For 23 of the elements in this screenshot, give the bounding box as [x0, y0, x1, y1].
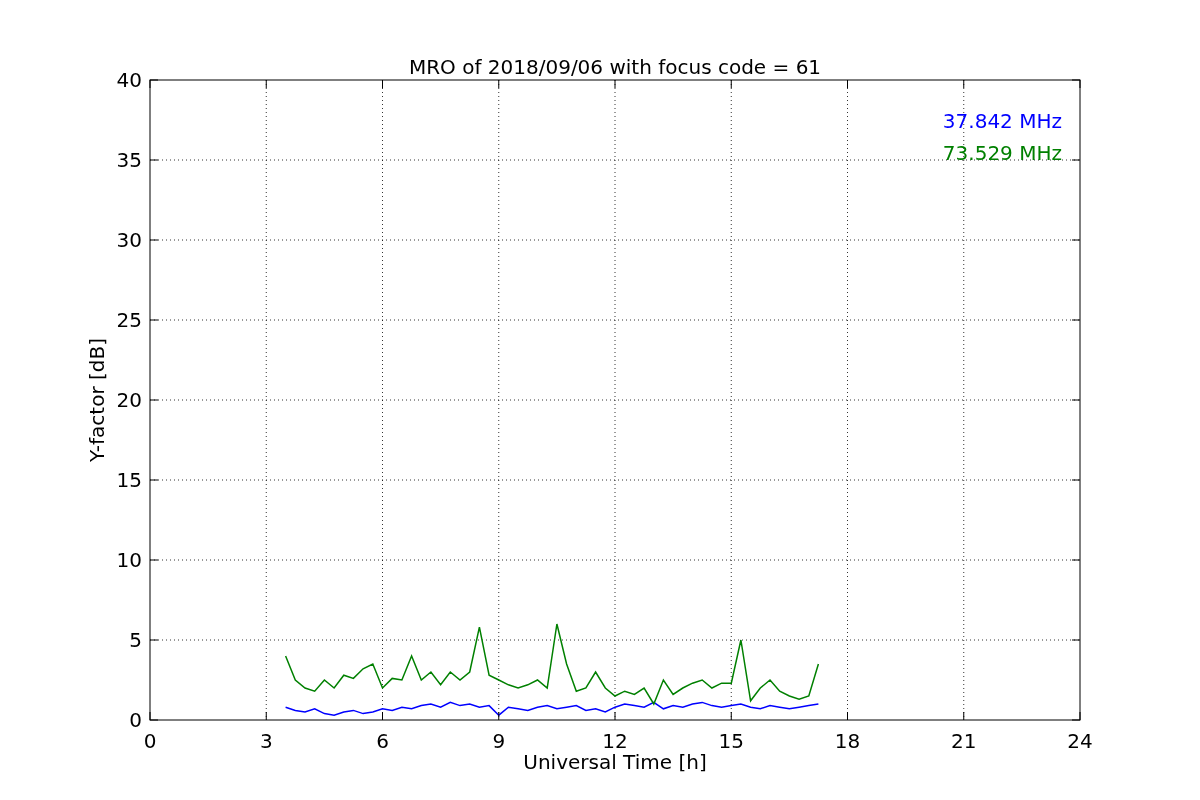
x-tick-label: 9: [492, 729, 506, 753]
x-tick-label: 15: [718, 729, 744, 753]
y-tick-label: 25: [116, 308, 142, 332]
x-tick-label: 0: [143, 729, 157, 753]
y-axis-label: Y-factor [dB]: [85, 338, 109, 462]
x-tick-label: 18: [834, 729, 861, 753]
legend-label: 37.842 MHz: [942, 109, 1062, 133]
y-tick-label: 5: [129, 628, 142, 652]
legend-label: 73.529 MHz: [942, 141, 1062, 165]
y-tick-label: 35: [116, 148, 142, 172]
chart-title: MRO of 2018/09/06 with focus code = 61: [408, 55, 822, 79]
x-axis-label: Universal Time [h]: [523, 750, 707, 774]
x-tick-label: 21: [951, 729, 977, 753]
y-tick-label: 0: [129, 708, 142, 732]
x-tick-label: 24: [1067, 729, 1093, 753]
y-tick-label: 30: [116, 228, 142, 252]
y-tick-label: 20: [116, 388, 142, 412]
x-tick-label: 3: [259, 729, 273, 753]
y-tick-label: 15: [116, 468, 142, 492]
y-tick-label: 40: [116, 68, 142, 92]
x-tick-label: 12: [602, 729, 628, 753]
y-tick-label: 10: [116, 548, 142, 572]
x-tick-label: 6: [376, 729, 389, 753]
